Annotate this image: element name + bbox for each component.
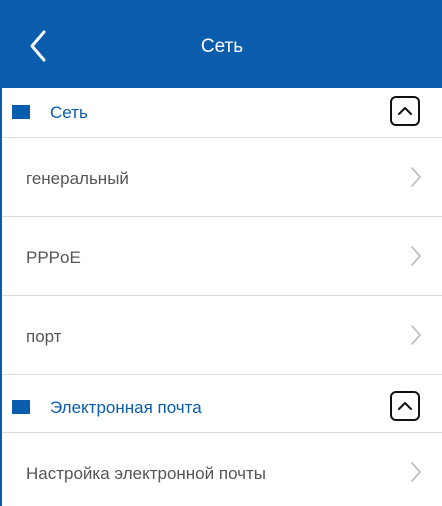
collapse-button[interactable] <box>390 96 420 126</box>
section-header-email: Электронная почта <box>2 383 442 433</box>
app-screen: Сеть Сеть генеральный PPPoE порт Электро… <box>0 0 442 506</box>
chevron-right-icon <box>411 462 421 482</box>
list-item-label: порт <box>26 327 62 346</box>
list-item-general[interactable]: генеральный <box>2 139 442 217</box>
list-item-pppoe[interactable]: PPPoE <box>2 218 442 296</box>
chevron-right-icon <box>411 325 421 345</box>
list-item-label: Настройка электронной почты <box>26 464 267 483</box>
collapse-button[interactable] <box>390 391 420 421</box>
section-marker <box>12 400 30 414</box>
chevron-up-icon <box>398 402 412 410</box>
chevron-right-icon <box>411 246 421 266</box>
section-title: Сеть <box>50 103 88 122</box>
list-item-port[interactable]: порт <box>2 297 442 375</box>
chevron-right-icon <box>411 167 421 187</box>
chevron-up-icon <box>398 107 412 115</box>
list-item-label: генеральный <box>26 169 129 188</box>
header-bar: Сеть <box>2 0 442 88</box>
list-item-label: PPPoE <box>26 248 81 267</box>
section-header-network: Сеть <box>2 88 442 138</box>
section-marker <box>12 105 30 119</box>
section-title: Электронная почта <box>50 398 202 417</box>
page-title: Сеть <box>200 36 244 57</box>
list-item-email-settings[interactable]: Настройка электронной почты <box>2 434 442 506</box>
